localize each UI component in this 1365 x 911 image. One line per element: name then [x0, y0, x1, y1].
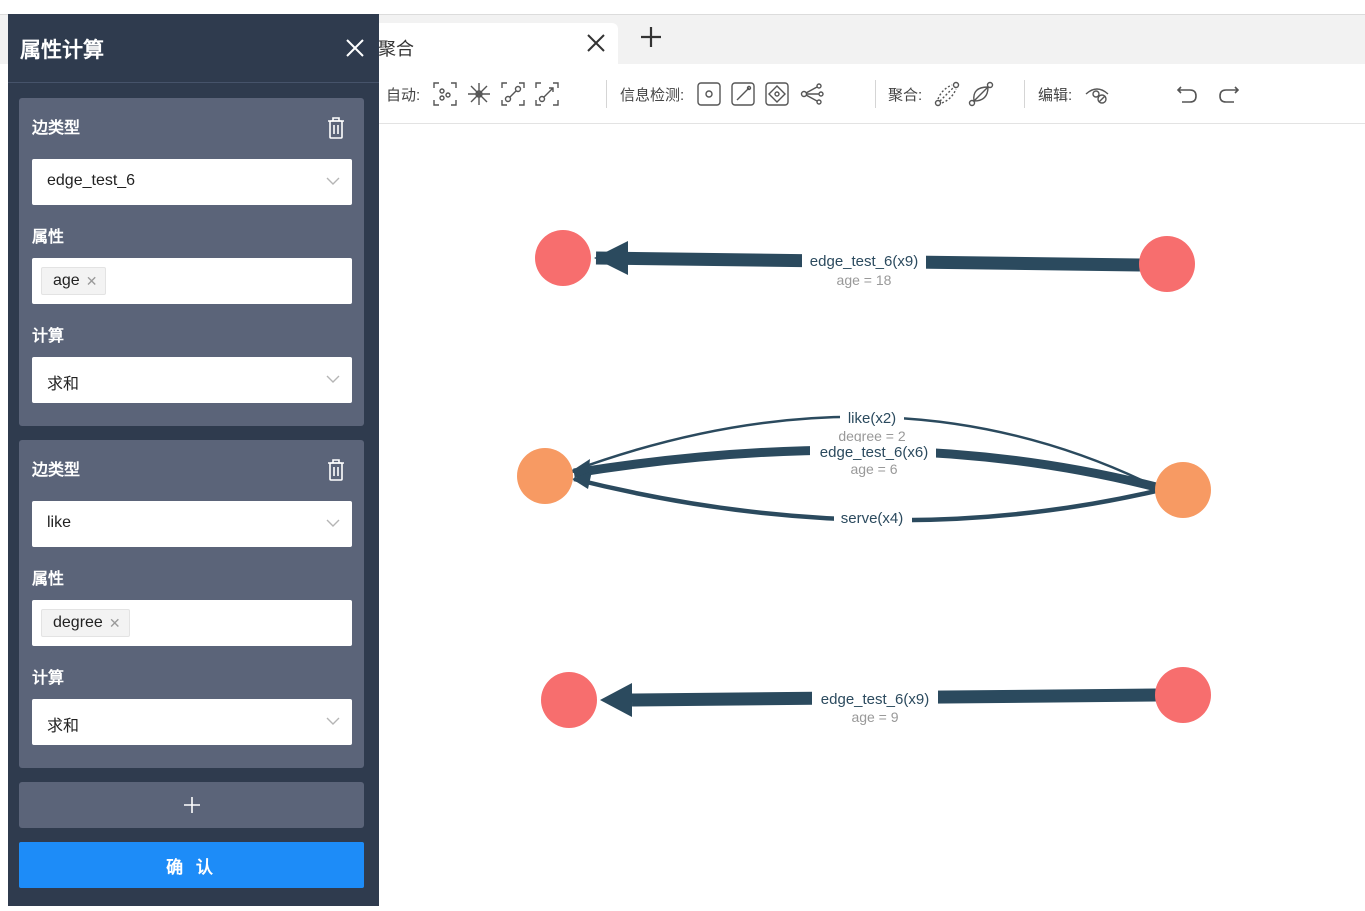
graph-node[interactable] — [541, 672, 597, 728]
edit-label: 编辑: — [1038, 86, 1073, 104]
toolbar-divider — [875, 80, 876, 108]
info-group: 信息检测: — [620, 64, 828, 124]
edge-label: edge_test_6(x6) — [820, 444, 928, 461]
graph-canvas[interactable]: edge_test_6(x9) age = 18 like(x2) degree… — [378, 125, 1365, 906]
panel-header: 属性计算 — [8, 14, 379, 82]
edge-test6-middle[interactable]: edge_test_6(x6) age = 6 — [573, 442, 1158, 492]
edge-type-value: edge_test_6 — [47, 172, 136, 189]
aggregate-edges-icon[interactable] — [930, 77, 964, 111]
edge-type-select[interactable]: edge_test_6 — [32, 159, 352, 205]
graph-node[interactable] — [1155, 462, 1211, 518]
auto-group: 自动: — [386, 64, 564, 124]
property-calc-panel: 属性计算 边类型 edge_test_6 属性 age ✕ 计算 求和 边类型 — [8, 14, 379, 906]
edge-type-select[interactable]: like — [32, 501, 352, 547]
edge-sublabel: age = 6 — [850, 461, 897, 477]
calc-card: 边类型 like 属性 degree ✕ 计算 求和 — [19, 440, 364, 768]
graph-node[interactable] — [535, 230, 591, 286]
toolbar-divider — [1024, 80, 1025, 108]
aggregate-label: 聚合: — [888, 86, 923, 104]
calc-value: 求和 — [47, 718, 80, 735]
remove-tag-icon[interactable]: ✕ — [109, 616, 121, 630]
calc-value: 求和 — [47, 376, 80, 393]
plus-icon — [183, 797, 200, 813]
calc-label: 计算 — [32, 328, 65, 345]
auto-layout-icon[interactable] — [428, 77, 462, 111]
edge-sublabel: degree = 2 — [838, 428, 906, 444]
property-select[interactable]: degree ✕ — [32, 600, 352, 646]
graph-node[interactable] — [517, 448, 573, 504]
calc-select[interactable]: 求和 — [32, 699, 352, 745]
neighbor-detect-icon[interactable] — [794, 77, 828, 111]
edit-group: 编辑: — [1038, 64, 1114, 124]
trash-icon[interactable] — [326, 458, 346, 482]
auto-link-alt-icon[interactable] — [530, 77, 564, 111]
property-label: 属性 — [32, 229, 65, 246]
tab-title: 聚合 — [378, 39, 414, 59]
property-tag: age ✕ — [41, 267, 107, 295]
panel-title: 属性计算 — [20, 39, 104, 62]
trash-icon[interactable] — [326, 116, 346, 140]
add-tab-icon[interactable] — [638, 24, 664, 50]
property-tag-text: degree — [53, 614, 103, 631]
edge-label: edge_test_6(x9) — [810, 253, 918, 270]
auto-label: 自动: — [386, 86, 421, 104]
calc-card: 边类型 edge_test_6 属性 age ✕ 计算 求和 — [19, 98, 364, 426]
auto-spread-icon[interactable] — [462, 77, 496, 111]
toolbar-divider — [606, 80, 607, 108]
edge-type-value: like — [47, 514, 72, 531]
aggregate-group: 聚合: — [888, 64, 998, 124]
remove-tag-icon[interactable]: ✕ — [86, 274, 98, 288]
property-select[interactable]: age ✕ — [32, 258, 352, 304]
edge-sublabel: age = 18 — [837, 272, 892, 288]
property-tag: degree ✕ — [41, 609, 130, 637]
property-label: 属性 — [32, 571, 65, 588]
chevron-down-icon — [326, 177, 340, 185]
graph-svg: edge_test_6(x9) age = 18 like(x2) degree… — [517, 230, 1211, 728]
graph-node[interactable] — [1139, 236, 1195, 292]
chevron-down-icon — [326, 717, 340, 725]
path-detect-icon[interactable] — [760, 77, 794, 111]
split-edges-icon[interactable] — [964, 77, 998, 111]
graph-node[interactable] — [1155, 667, 1211, 723]
toolbar: 自动: 信息检测: 聚合: 编辑: — [378, 64, 1365, 124]
chevron-down-icon — [326, 375, 340, 383]
redo-icon[interactable] — [1212, 77, 1246, 111]
calc-select[interactable]: 求和 — [32, 357, 352, 403]
undo-icon[interactable] — [1170, 77, 1204, 111]
node-detect-icon[interactable] — [692, 77, 726, 111]
edge-top[interactable]: edge_test_6(x9) age = 18 — [594, 241, 1141, 288]
edge-label: edge_test_6(x9) — [821, 691, 929, 708]
edge-sublabel: age = 9 — [851, 709, 898, 725]
edge-type-label: 边类型 — [32, 120, 81, 137]
tab-aggregate[interactable]: 聚合 — [360, 23, 618, 65]
edge-detect-icon[interactable] — [726, 77, 760, 111]
edge-serve[interactable]: serve(x4) — [572, 471, 1157, 527]
edge-label: like(x2) — [848, 410, 896, 427]
info-label: 信息检测: — [620, 86, 685, 104]
panel-divider — [8, 82, 379, 83]
confirm-button[interactable]: 确 认 — [19, 842, 364, 888]
chevron-down-icon — [326, 519, 340, 527]
edge-type-label: 边类型 — [32, 462, 81, 479]
add-card-button[interactable] — [19, 782, 364, 828]
property-tag-text: age — [53, 272, 80, 289]
edge-bottom[interactable]: edge_test_6(x9) age = 9 — [600, 683, 1157, 725]
edge-label: serve(x4) — [841, 510, 904, 527]
auto-link-icon[interactable] — [496, 77, 530, 111]
calc-label: 计算 — [32, 670, 65, 687]
close-icon[interactable] — [584, 31, 608, 55]
hide-icon[interactable] — [1080, 77, 1114, 111]
close-icon[interactable] — [343, 36, 367, 60]
